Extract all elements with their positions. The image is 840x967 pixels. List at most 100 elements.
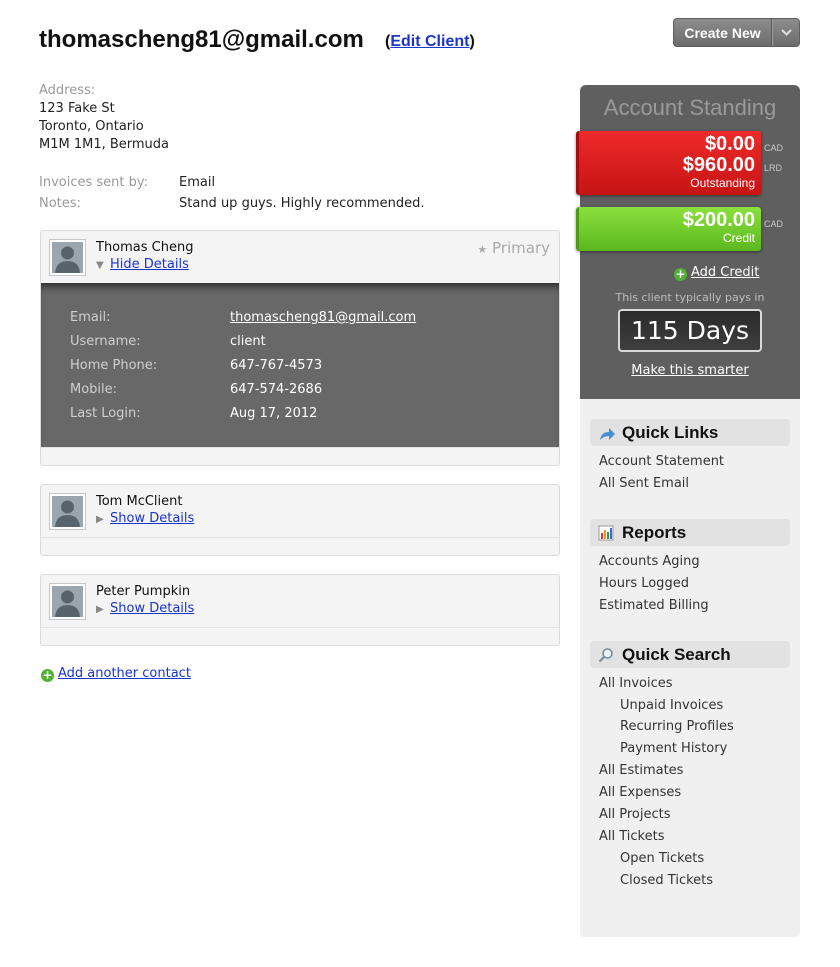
search-open-tickets[interactable]: Open Tickets [620,851,704,866]
contact-footer [41,447,559,465]
add-credit[interactable]: + Add Credit [674,265,759,281]
address-line: Toronto, Ontario [39,119,144,134]
address-block: Address: 123 Fake St Toronto, Ontario M1… [39,82,169,154]
contact-footer [41,537,559,555]
invoices-sent-by-row: Invoices sent by: Email [39,175,215,190]
avatar [49,239,86,276]
detail-label: Last Login: [70,406,141,421]
star-icon: ★ [477,243,488,256]
quick-link-all-sent-email[interactable]: All Sent Email [599,476,689,491]
details-toggle[interactable]: ▶ Show Details [96,511,194,526]
quick-search-title: Quick Search [622,645,731,664]
avatar [49,493,86,530]
search-unpaid-invoices[interactable]: Unpaid Invoices [620,698,723,713]
outstanding-label: Outstanding [690,176,755,190]
notes-value: Stand up guys. Highly recommended. [179,196,425,211]
details-toggle[interactable]: ▶ Show Details [96,601,194,616]
contact-details-panel: Email: thomascheng81@gmail.com Username: c… [41,283,559,447]
avatar [49,583,86,620]
contact-footer [41,627,559,645]
search-all-expenses[interactable]: All Expenses [599,785,681,800]
contact-name: Thomas Cheng [96,240,194,255]
search-payment-history[interactable]: Payment History [620,741,727,756]
detail-label: Email: [70,310,111,325]
triangle-right-icon: ▶ [96,514,104,525]
quick-links-header: Quick Links [590,419,790,446]
detail-label: Mobile: [70,382,118,397]
plus-icon[interactable]: + [41,669,54,682]
contact-card: Tom McClient ▶ Show Details [40,484,560,556]
quick-links-title: Quick Links [622,423,719,442]
make-smarter: Make this smarter [580,363,800,378]
create-new-label[interactable]: Create New [674,19,772,46]
payment-days-display: 115 Days [618,309,762,352]
credit-amount: $200.00 [682,209,755,231]
contact-name: Peter Pumpkin [96,584,191,599]
invoices-sent-by-value: Email [179,175,216,190]
detail-value: 647-767-4573 [230,358,323,373]
detail-row-email: Email: thomascheng81@gmail.com [70,310,416,325]
add-credit-link[interactable]: Add Credit [691,265,759,280]
account-standing-title: Account Standing [603,95,777,120]
currency-label: LRD [764,163,783,173]
search-all-invoices[interactable]: All Invoices [599,676,673,691]
magnifier-icon [598,644,618,671]
show-details-link[interactable]: Show Details [110,601,194,616]
report-hours-logged[interactable]: Hours Logged [599,576,689,591]
report-estimated-billing[interactable]: Estimated Billing [599,598,709,613]
quick-link-account-statement[interactable]: Account Statement [599,454,724,469]
plus-icon[interactable]: + [674,268,687,281]
search-all-tickets[interactable]: All Tickets [599,829,664,844]
detail-value: 647-574-2686 [230,382,323,397]
outstanding-cad-amount: $0.00 [704,133,755,155]
contact-card: Thomas Cheng ▼ Hide Details ★ Primary Ema… [40,230,560,466]
currency-label: CAD [764,219,784,229]
arrow-share-icon [598,422,618,449]
search-closed-tickets[interactable]: Closed Tickets [620,873,713,888]
outstanding-lrd-amount: $960.00 [682,154,755,176]
search-recurring-profiles[interactable]: Recurring Profiles [620,719,734,734]
primary-label: Primary [492,239,550,257]
add-contact[interactable]: + Add another contact [41,666,191,682]
credit-label: Credit [722,231,755,245]
primary-badge: ★ Primary [477,239,550,257]
edit-client-wrap: (Edit Client) [385,33,475,50]
chevron-down-icon[interactable] [772,19,799,46]
detail-row-home-phone: Home Phone: 647-767-4573 [70,358,322,373]
search-all-projects[interactable]: All Projects [599,807,671,822]
page-title: thomascheng81@gmail.com [39,26,364,53]
contact-card: Peter Pumpkin ▶ Show Details [40,574,560,646]
detail-value: client [230,334,266,349]
detail-row-last-login: Last Login: Aug 17, 2012 [70,406,317,421]
triangle-down-icon: ▼ [96,260,104,271]
detail-row-mobile: Mobile: 647-574-2686 [70,382,322,397]
add-contact-link[interactable]: Add another contact [58,666,191,681]
create-new-button[interactable]: Create New [673,18,800,47]
edit-client-link[interactable]: Edit Client [390,33,469,50]
quick-search-header: Quick Search [590,641,790,668]
invoices-sent-by-label: Invoices sent by: [39,175,149,190]
detail-row-username: Username: client [70,334,266,349]
show-details-link[interactable]: Show Details [110,511,194,526]
report-accounts-aging[interactable]: Accounts Aging [599,554,700,569]
outstanding-box: $0.00 $960.00 Outstanding [576,131,761,195]
notes-label: Notes: [39,196,81,211]
hide-details-link[interactable]: Hide Details [110,257,189,272]
triangle-right-icon: ▶ [96,604,104,615]
detail-label: Home Phone: [70,358,158,373]
email-link[interactable]: thomascheng81@gmail.com [230,310,416,325]
address-label: Address: [39,83,96,98]
make-smarter-link[interactable]: Make this smarter [631,363,748,378]
notes-row: Notes: Stand up guys. Highly recommended. [39,196,424,211]
credit-box: $200.00 Credit [576,207,761,251]
reports-header: Reports [590,519,790,546]
bar-chart-icon [598,522,618,549]
detail-label: Username: [70,334,141,349]
details-toggle[interactable]: ▼ Hide Details [96,257,189,272]
search-all-estimates[interactable]: All Estimates [599,763,683,778]
pays-in-text: This client typically pays in [615,291,765,304]
detail-value: Aug 17, 2012 [230,406,318,421]
address-line: 123 Fake St [39,101,115,116]
reports-title: Reports [622,523,687,542]
currency-label: CAD [764,143,784,153]
